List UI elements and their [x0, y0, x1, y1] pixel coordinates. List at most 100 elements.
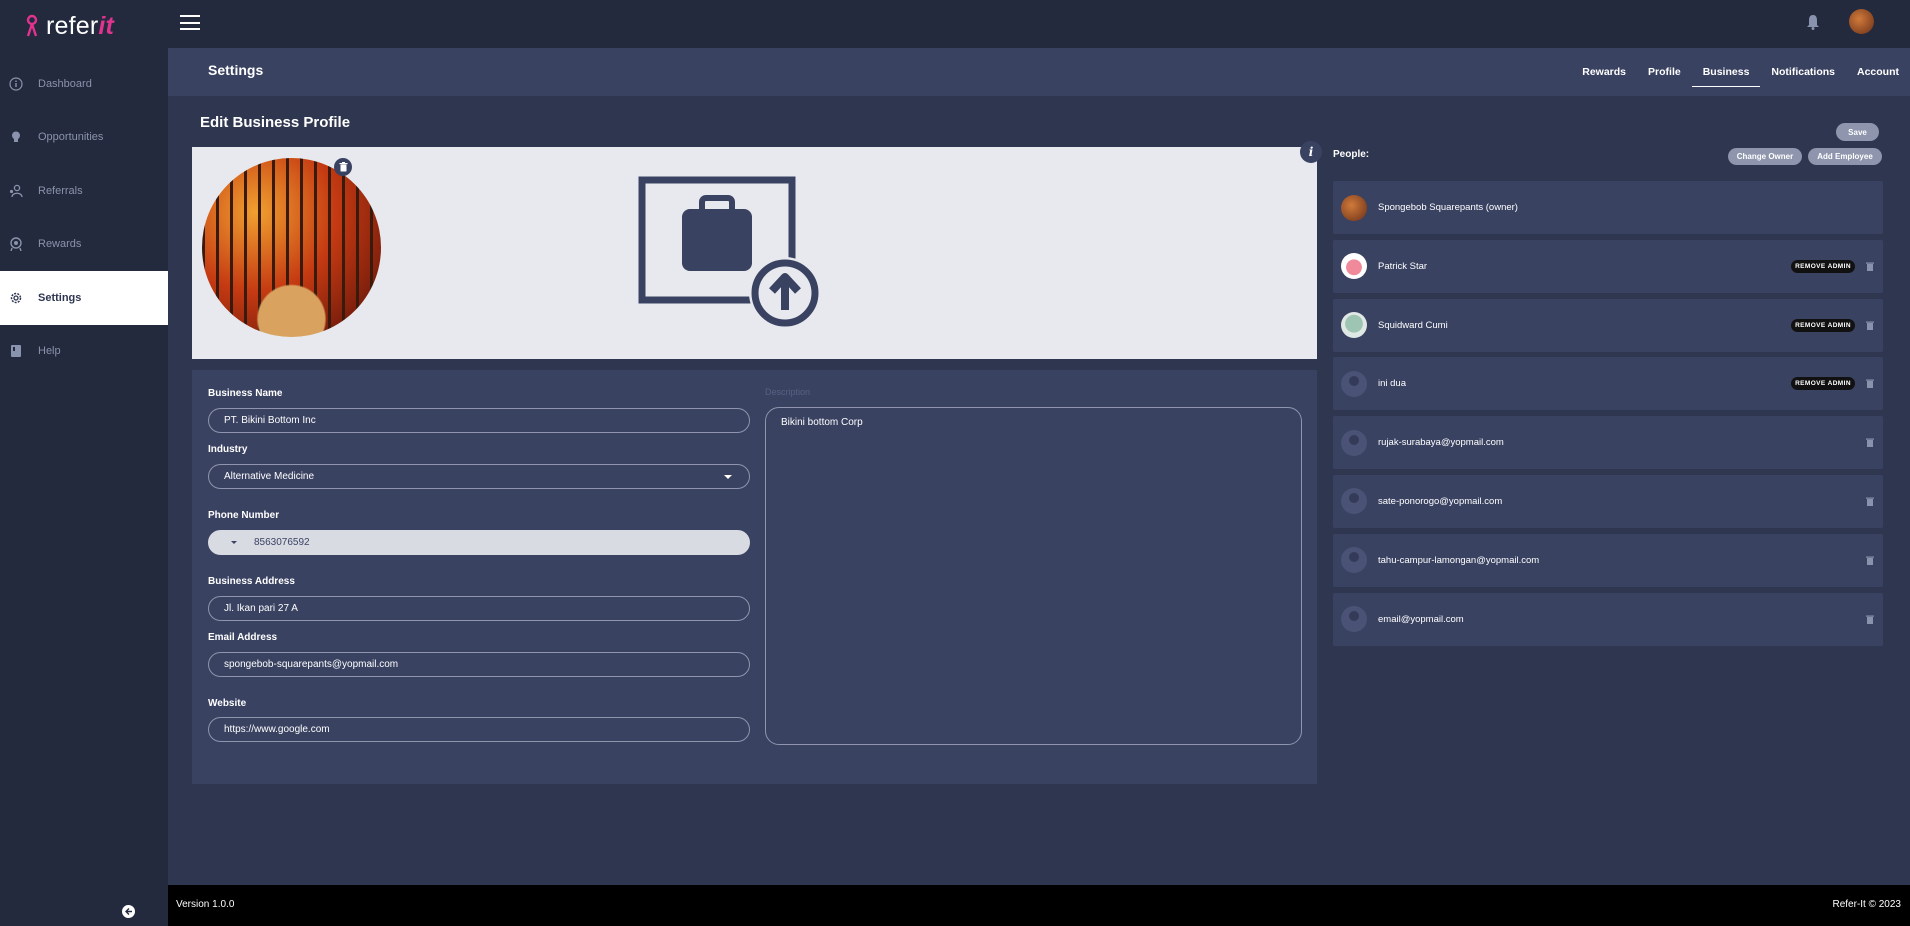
person-name: tahu-campur-lamongan@yopmail.com: [1378, 554, 1540, 566]
avatar: [1341, 312, 1367, 339]
rewards-icon: [8, 236, 24, 252]
sidebar: referit Dashboard Opportunities Referral…: [0, 0, 168, 926]
email-address-label: Email Address: [208, 632, 278, 643]
business-banner[interactable]: [192, 147, 1317, 359]
referit-logo-icon: [26, 14, 38, 37]
copyright-text: Refer-It © 2023: [1832, 899, 1901, 910]
sidebar-item-rewards[interactable]: Rewards: [0, 218, 168, 272]
business-logo-image[interactable]: [202, 158, 381, 337]
trash-icon[interactable]: [1866, 262, 1874, 271]
version-text: Version 1.0.0: [176, 899, 235, 910]
arrow-left-icon: [125, 908, 132, 915]
person-row[interactable]: Patrick Star REMOVE ADMIN: [1333, 239, 1883, 293]
menu-icon[interactable]: [180, 15, 200, 30]
avatar: [1341, 547, 1367, 574]
sidebar-item-label: Help: [38, 345, 61, 358]
sidebar-item-opportunities[interactable]: Opportunities: [0, 111, 168, 165]
edit-business-heading: Edit Business Profile: [200, 114, 351, 131]
tab-account[interactable]: Account: [1846, 48, 1910, 96]
sidebar-nav: Dashboard Opportunities Referrals Reward…: [0, 57, 168, 378]
person-row[interactable]: Squidward Cumi REMOVE ADMIN: [1333, 298, 1883, 352]
business-name-label: Business Name: [208, 388, 283, 399]
avatar: [1341, 606, 1367, 633]
top-bar: [168, 0, 1910, 48]
sidebar-item-label: Rewards: [38, 238, 82, 251]
trash-icon: [339, 162, 347, 172]
business-form: Business Name PT. Bikini Bottom Inc Indu…: [192, 370, 1317, 784]
person-name: email@yopmail.com: [1378, 613, 1464, 625]
avatar: [1341, 429, 1367, 456]
email-address-field[interactable]: spongebob-squarepants@yopmail.com: [208, 652, 750, 677]
info-icon: [8, 76, 24, 92]
avatar: [1341, 194, 1367, 221]
industry-select[interactable]: Alternative Medicine: [208, 464, 750, 489]
trash-icon[interactable]: [1866, 615, 1874, 624]
avatar: [1341, 253, 1367, 280]
user-avatar[interactable]: [1849, 9, 1874, 34]
sidebar-item-label: Opportunities: [38, 131, 104, 144]
upload-banner-icon[interactable]: [638, 176, 828, 336]
person-name: Patrick Star: [1378, 260, 1428, 272]
person-row[interactable]: email@yopmail.com: [1333, 592, 1883, 646]
person-name: rujak-surabaya@yopmail.com: [1378, 437, 1504, 449]
gear-icon: [8, 290, 24, 306]
logo-text: referit: [46, 11, 115, 40]
person-row[interactable]: Spongebob Squarepants (owner): [1333, 181, 1883, 234]
person-row[interactable]: ini dua REMOVE ADMIN: [1333, 357, 1883, 411]
trash-icon[interactable]: [1866, 438, 1874, 448]
tab-rewards[interactable]: Rewards: [1571, 48, 1637, 96]
person-row[interactable]: tahu-campur-lamongan@yopmail.com: [1333, 533, 1883, 587]
footer: Version 1.0.0 Refer-It © 2023: [168, 885, 1910, 926]
person-name: Squidward Cumi: [1378, 319, 1448, 331]
avatar: [1341, 370, 1367, 397]
bell-icon[interactable]: [1806, 14, 1820, 30]
people-heading: People:: [1333, 149, 1370, 160]
tab-notifications[interactable]: Notifications: [1760, 48, 1846, 96]
referral-icon: [8, 183, 24, 199]
business-address-field[interactable]: Jl. Ikan pari 27 A: [208, 596, 750, 621]
tab-profile[interactable]: Profile: [1637, 48, 1692, 96]
sidebar-item-help[interactable]: Help: [0, 325, 168, 379]
country-code-dropdown[interactable]: [231, 541, 237, 544]
description-textarea[interactable]: Bikini bottom Corp: [765, 407, 1302, 745]
person-row[interactable]: sate-ponorogo@yopmail.com: [1333, 474, 1883, 528]
trash-icon[interactable]: [1866, 497, 1874, 506]
sidebar-item-referrals[interactable]: Referrals: [0, 164, 168, 218]
description-label: Description: [765, 387, 811, 397]
people-list: Spongebob Squarepants (owner) Patrick St…: [1333, 181, 1883, 651]
book-icon: [8, 343, 24, 359]
delete-logo-button[interactable]: [334, 158, 352, 176]
info-icon[interactable]: i: [1300, 141, 1322, 163]
save-button[interactable]: Save: [1836, 123, 1879, 141]
collapse-sidebar-button[interactable]: [122, 905, 135, 918]
trash-icon[interactable]: [1866, 556, 1874, 565]
business-address-label: Business Address: [208, 576, 295, 587]
trash-icon[interactable]: [1866, 321, 1874, 330]
avatar: [1341, 488, 1367, 515]
sidebar-item-dashboard[interactable]: Dashboard: [0, 57, 168, 111]
industry-label: Industry: [208, 444, 248, 455]
phone-number-value: 8563076592: [254, 537, 310, 548]
sidebar-item-label: Dashboard: [38, 77, 92, 90]
remove-admin-button[interactable]: REMOVE ADMIN: [1791, 259, 1855, 273]
business-name-field[interactable]: PT. Bikini Bottom Inc: [208, 408, 750, 433]
sidebar-item-settings[interactable]: Settings: [0, 271, 168, 325]
page-title: Settings: [208, 62, 264, 78]
remove-admin-button[interactable]: REMOVE ADMIN: [1791, 318, 1855, 332]
phone-number-label: Phone Number: [208, 510, 280, 521]
person-row[interactable]: rujak-surabaya@yopmail.com: [1333, 416, 1883, 470]
tab-business[interactable]: Business: [1691, 48, 1761, 96]
trash-icon[interactable]: [1866, 379, 1874, 389]
lightbulb-icon: [8, 129, 24, 145]
sidebar-item-label: Referrals: [38, 184, 83, 197]
remove-admin-button[interactable]: REMOVE ADMIN: [1791, 377, 1855, 391]
add-employee-button[interactable]: Add Employee: [1808, 148, 1882, 165]
phone-number-field[interactable]: 8563076592: [208, 530, 750, 555]
settings-header: Settings Rewards Profile Business Notifi…: [168, 48, 1910, 96]
person-name: sate-ponorogo@yopmail.com: [1378, 495, 1503, 507]
change-owner-button[interactable]: Change Owner: [1728, 148, 1802, 165]
person-name: ini dua: [1378, 378, 1406, 390]
person-name: Spongebob Squarepants (owner): [1378, 202, 1518, 213]
website-field[interactable]: https://www.google.com: [208, 717, 750, 742]
app-logo[interactable]: referit: [24, 10, 114, 42]
